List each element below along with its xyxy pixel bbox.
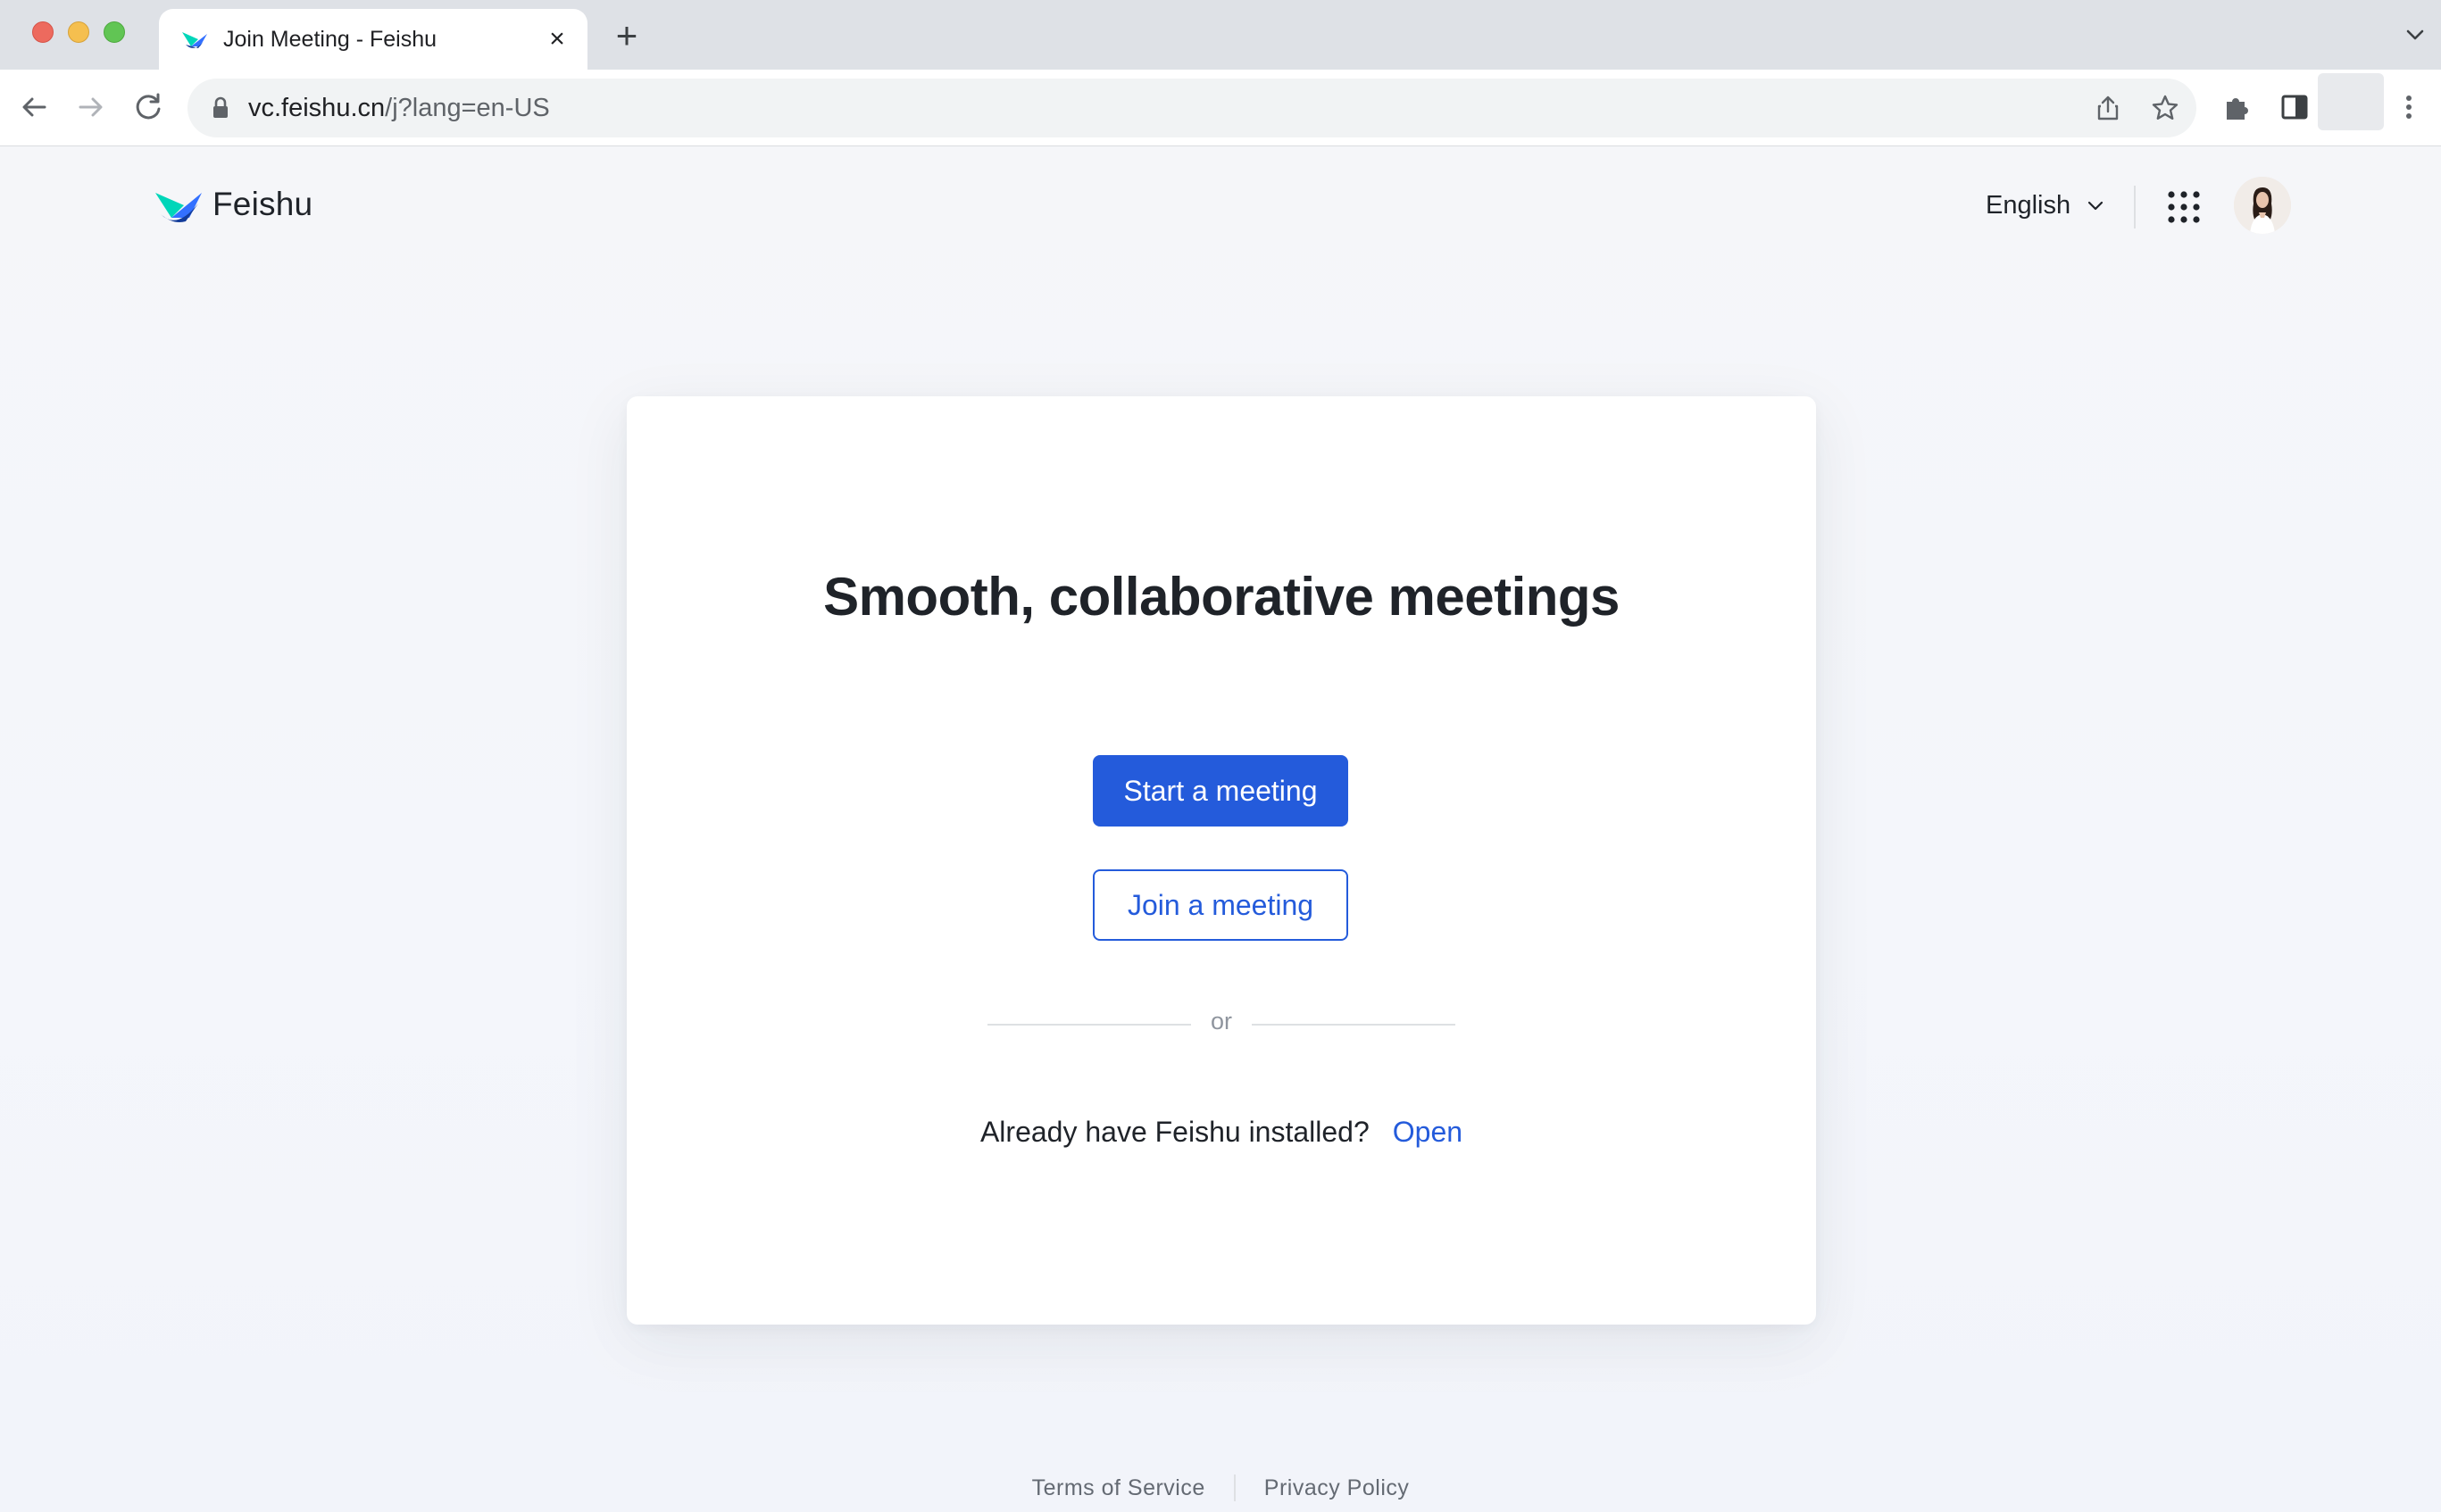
user-avatar-icon bbox=[2234, 177, 2291, 234]
feishu-logo[interactable]: Feishu bbox=[154, 184, 312, 225]
installed-prompt-text: Already have Feishu installed? bbox=[979, 1116, 1370, 1148]
brand-name: Feishu bbox=[212, 186, 313, 222]
tab-title: Join Meeting - Feishu bbox=[223, 27, 437, 52]
bookmark-star-icon[interactable] bbox=[2150, 93, 2180, 123]
card-headline: Smooth, collaborative meetings bbox=[823, 567, 1620, 627]
back-arrow-icon[interactable] bbox=[14, 87, 54, 127]
divider-or-text: or bbox=[1210, 1008, 1232, 1034]
divider-line-left bbox=[987, 1024, 1191, 1026]
start-meeting-button[interactable]: Start a meeting bbox=[1093, 755, 1348, 827]
feishu-favicon-icon bbox=[182, 32, 207, 48]
app-launcher-grid-icon[interactable] bbox=[2166, 189, 2202, 225]
browser-tab-bar: Join Meeting - Feishu × + bbox=[0, 0, 2441, 70]
url-host: vc.feishu.cn bbox=[248, 94, 386, 122]
window-close-button[interactable] bbox=[32, 21, 54, 43]
footer-separator bbox=[1233, 1475, 1236, 1501]
privacy-policy-link[interactable]: Privacy Policy bbox=[1264, 1475, 1410, 1501]
forward-arrow-icon[interactable] bbox=[71, 87, 111, 127]
join-meeting-button[interactable]: Join a meeting bbox=[1093, 869, 1348, 941]
terms-of-service-link[interactable]: Terms of Service bbox=[1032, 1475, 1205, 1501]
url-path: /j?lang=en-US bbox=[385, 94, 550, 122]
meeting-card: Smooth, collaborative meetings Start a m… bbox=[627, 396, 1816, 1325]
language-selector[interactable]: English bbox=[1986, 186, 2106, 225]
page-footer: Terms of Service Privacy Policy bbox=[0, 1475, 2441, 1501]
window-minimize-button[interactable] bbox=[68, 21, 89, 43]
window-zoom-button[interactable] bbox=[104, 21, 125, 43]
installed-prompt-row: Already have Feishu installed? Open bbox=[627, 1116, 1816, 1149]
extensions-puzzle-icon[interactable] bbox=[2221, 91, 2254, 123]
browser-menu-kebab-icon[interactable] bbox=[2393, 91, 2425, 123]
page-content: Feishu English Smooth, collaborative mee… bbox=[0, 146, 2441, 1512]
chevron-down-icon bbox=[2088, 201, 2104, 211]
url-text[interactable]: vc.feishu.cn/j?lang=en-US bbox=[248, 94, 550, 123]
feishu-logo-icon bbox=[155, 193, 202, 222]
browser-tab-active[interactable]: Join Meeting - Feishu × bbox=[159, 9, 587, 70]
divider-line-right bbox=[1252, 1024, 1455, 1026]
browser-profile-button[interactable] bbox=[2318, 73, 2384, 130]
side-panel-icon[interactable] bbox=[2279, 91, 2311, 123]
user-avatar[interactable] bbox=[2234, 177, 2291, 234]
address-bar[interactable]: vc.feishu.cn/j?lang=en-US bbox=[187, 79, 2196, 137]
open-app-link[interactable]: Open bbox=[1393, 1116, 1462, 1148]
header-divider bbox=[2134, 186, 2136, 228]
language-label: English bbox=[1986, 190, 2071, 220]
new-tab-button[interactable]: + bbox=[611, 17, 643, 54]
tab-close-icon[interactable]: × bbox=[543, 25, 571, 54]
reload-icon[interactable] bbox=[129, 87, 168, 127]
browser-toolbar: vc.feishu.cn/j?lang=en-US bbox=[0, 70, 2441, 146]
share-icon[interactable] bbox=[2093, 93, 2123, 123]
lock-icon[interactable] bbox=[211, 96, 230, 120]
tab-search-chevron-icon[interactable] bbox=[2402, 21, 2429, 48]
